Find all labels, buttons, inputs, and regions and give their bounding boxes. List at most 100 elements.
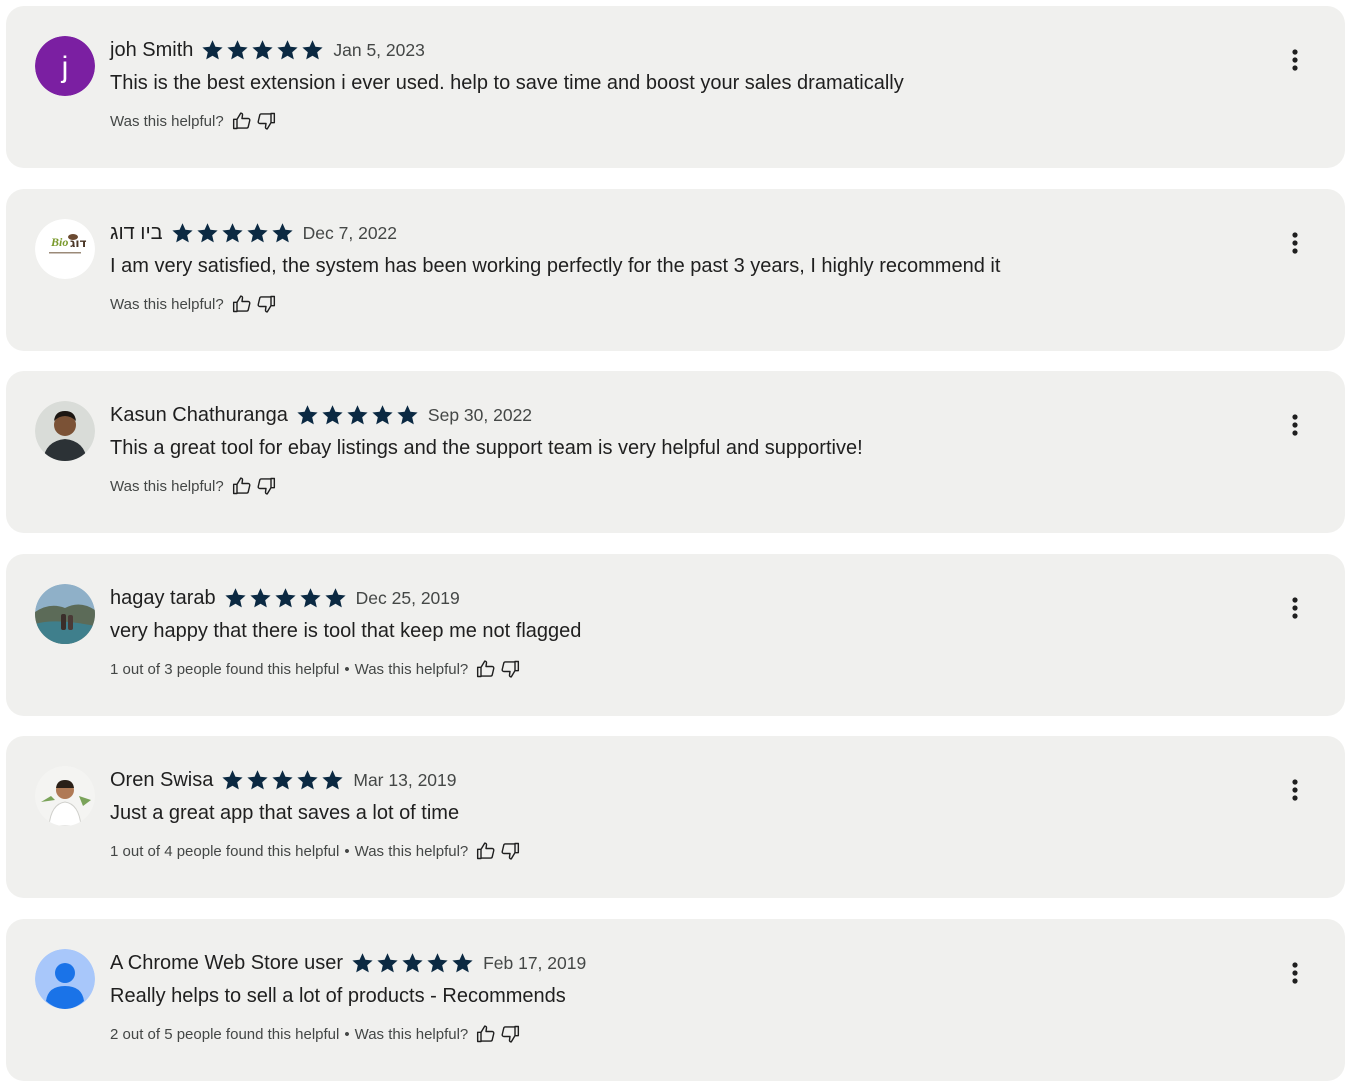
helpful-row: 2 out of 5 people found this helpful • Wa… [110,1022,520,1046]
star-icon [247,223,268,243]
review-text: Just a great app that saves a lot of tim… [110,802,460,824]
avatar [35,584,95,644]
avatar [35,766,95,826]
helpful-count: 2 out of 5 people found this helpful [110,1025,340,1043]
avatar: Bio דוג [35,219,95,279]
star-rating [170,221,295,245]
helpful-count: 1 out of 3 people found this helpful [110,660,340,678]
star-icon [275,588,296,608]
star-icon [222,223,243,243]
thumbs-up-icon[interactable] [476,841,496,861]
thumbs-down-icon[interactable] [256,476,276,496]
helpful-count: 1 out of 4 people found this helpful [110,842,340,860]
review-date: Jan 5, 2023 [333,39,425,60]
star-icon [402,953,423,973]
reviewer-name: A Chrome Web Store user [110,951,344,974]
bio-dog-logo: Bio דוג [35,219,95,279]
thumbs-down-icon[interactable] [500,1024,520,1044]
more-vert-icon [1292,779,1298,801]
helpful-prompt: Was this helpful? [354,842,469,860]
star-icon [347,405,368,425]
star-rating [200,38,325,62]
reviewer-name: hagay tarab [110,586,216,609]
thumbs-down-icon[interactable] [500,841,520,861]
review-card: A Chrome Web Store user Feb 17, 2019 Rea… [6,919,1345,1081]
star-icon [322,405,343,425]
thumbs-up-icon[interactable] [476,659,496,679]
helpful-prompt: Was this helpful? [354,1025,469,1043]
more-options-button[interactable] [1283,231,1307,255]
star-icon [227,40,248,60]
more-options-button[interactable] [1283,778,1307,802]
more-options-button[interactable] [1283,961,1307,985]
separator-dot: • [344,660,350,678]
reviewer-name: Kasun Chathuranga [110,403,288,426]
more-vert-icon [1292,414,1298,436]
star-icon [325,588,346,608]
star-icon [225,588,246,608]
avatar-letter: j [61,51,69,84]
star-icon [397,405,418,425]
review-text: This is the best extension i ever used. … [110,72,904,94]
thumbs-up-icon[interactable] [232,111,252,131]
star-icon [377,953,398,973]
separator-dot: • [344,1025,350,1043]
more-vert-icon [1292,597,1298,619]
star-icon [172,223,193,243]
thumbs-up-icon[interactable] [232,476,252,496]
helpful-prompt: Was this helpful? [110,295,224,313]
star-icon [202,40,223,60]
review-date: Dec 7, 2022 [302,222,398,243]
helpful-prompt: Was this helpful? [110,477,224,495]
star-icon [300,588,321,608]
review-text: This a great tool for ebay listings and … [110,437,863,459]
star-icon [222,770,243,790]
thumbs-down-icon[interactable] [500,659,520,679]
review-card: Bio דוג ביו דוג Dec 7, 2022 I am very sa… [6,189,1345,351]
more-vert-icon [1292,49,1298,71]
review-card: Oren Swisa Mar 13, 2019 Just a great app… [6,736,1345,898]
default-user-icon [35,949,95,1009]
helpful-prompt: Was this helpful? [354,660,469,678]
thumbs-down-icon[interactable] [256,111,276,131]
star-icon [322,770,343,790]
review-text: I am very satisfied, the system has been… [110,255,1001,277]
profile-photo [35,401,95,461]
star-icon [272,223,293,243]
more-options-button[interactable] [1283,596,1307,620]
reviewer-name: joh Smith [110,38,194,61]
review-text: Really helps to sell a lot of products -… [110,985,566,1007]
star-icon [247,770,268,790]
star-icon [272,770,293,790]
separator-dot: • [344,842,350,860]
more-vert-icon [1292,232,1298,254]
review-date: Mar 13, 2019 [353,769,457,790]
more-options-button[interactable] [1283,48,1307,72]
reviewer-name: ביו דוג [110,221,163,244]
review-text: very happy that there is tool that keep … [110,620,582,642]
more-options-button[interactable] [1283,413,1307,437]
star-icon [277,40,298,60]
review-card: hagay tarab Dec 25, 2019 very happy that… [6,554,1345,716]
star-icon [297,770,318,790]
svg-text:Bio: Bio [50,235,68,249]
helpful-row: 1 out of 3 people found this helpful • Wa… [110,657,520,681]
avatar [35,401,95,461]
profile-photo [35,584,95,644]
review-date: Sep 30, 2022 [427,404,533,425]
reviewer-name: Oren Swisa [110,768,214,791]
star-icon [372,405,393,425]
thumbs-up-icon[interactable] [476,1024,496,1044]
thumbs-down-icon[interactable] [256,294,276,314]
review-card: j joh Smith Jan 5, 2023 This is the best… [6,6,1345,168]
avatar: j [35,36,95,96]
review-date: Dec 25, 2019 [355,587,460,608]
star-icon [302,40,323,60]
helpful-row: • Was this helpful? [110,474,276,498]
star-icon [352,953,373,973]
more-vert-icon [1292,962,1298,984]
helpful-row: • Was this helpful? [110,292,276,316]
star-rating [295,403,420,427]
thumbs-up-icon[interactable] [232,294,252,314]
star-rating [220,768,345,792]
